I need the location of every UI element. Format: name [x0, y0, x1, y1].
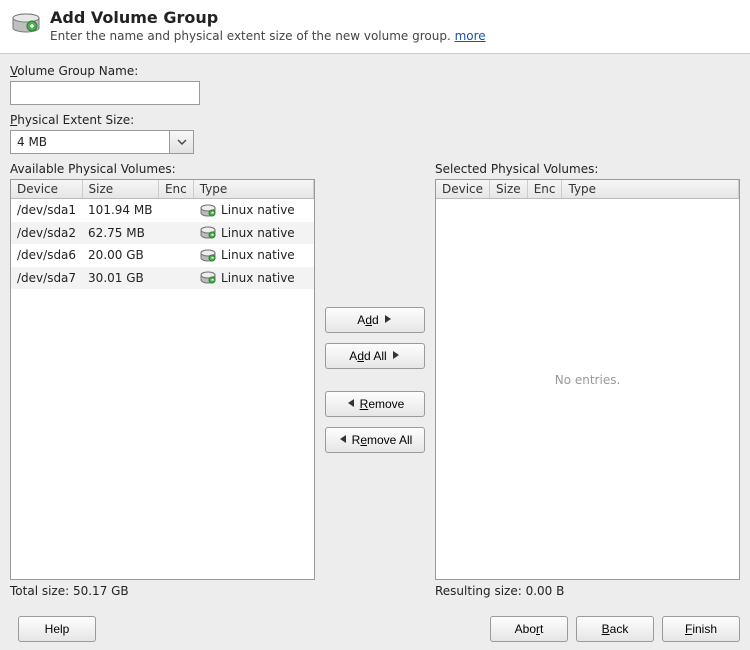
cell-type: Linux native [193, 244, 313, 267]
total-size-label: Total size: 50.17 GB [10, 584, 315, 598]
arrow-right-icon [391, 349, 401, 363]
cell-device: /dev/sda7 [11, 267, 82, 290]
table-row[interactable]: /dev/sda730.01 GB Linux native [11, 267, 314, 290]
no-entries-label: No entries. [436, 373, 739, 387]
help-button[interactable]: Help [18, 616, 96, 642]
resulting-size-label: Resulting size: 0.00 B [435, 584, 740, 598]
cell-type: Linux native [193, 199, 313, 222]
cell-device: /dev/sda6 [11, 244, 82, 267]
col-size[interactable]: Size [490, 180, 528, 199]
volume-group-icon [10, 8, 42, 40]
cell-enc [158, 199, 193, 222]
cell-device: /dev/sda1 [11, 199, 82, 222]
arrow-left-icon [338, 433, 348, 447]
col-size[interactable]: Size [82, 180, 158, 199]
col-type[interactable]: Type [193, 180, 313, 199]
volume-group-name-label: Volume Group Name: [10, 64, 740, 78]
cell-type: Linux native [193, 267, 313, 290]
cell-size: 30.01 GB [82, 267, 158, 290]
finish-button[interactable]: Finish [662, 616, 740, 642]
disk-icon [199, 249, 217, 263]
available-volumes-label: Available Physical Volumes: [10, 162, 315, 176]
table-row[interactable]: /dev/sda1101.94 MB Linux native [11, 199, 314, 222]
add-all-button[interactable]: Add All [325, 343, 425, 369]
col-type[interactable]: Type [562, 180, 739, 199]
arrow-left-icon [346, 397, 356, 411]
arrow-right-icon [383, 313, 393, 327]
add-button[interactable]: Add [325, 307, 425, 333]
cell-size: 62.75 MB [82, 222, 158, 245]
col-device[interactable]: Device [436, 180, 490, 199]
disk-icon [199, 271, 217, 285]
col-device[interactable]: Device [11, 180, 82, 199]
dialog-subtitle: Enter the name and physical extent size … [50, 29, 486, 43]
abort-button[interactable]: Abort [490, 616, 568, 642]
col-enc[interactable]: Enc [158, 180, 193, 199]
dialog-header: Add Volume Group Enter the name and phys… [0, 0, 750, 54]
selected-volumes-label: Selected Physical Volumes: [435, 162, 740, 176]
cell-size: 101.94 MB [82, 199, 158, 222]
disk-icon [199, 226, 217, 240]
disk-icon [199, 204, 217, 218]
more-link[interactable]: more [455, 29, 486, 43]
available-volumes-table[interactable]: Device Size Enc Type /dev/sda1101.94 MB … [10, 179, 315, 580]
col-enc[interactable]: Enc [527, 180, 562, 199]
physical-extent-size-select[interactable]: 4 MB [10, 130, 170, 154]
remove-button[interactable]: Remove [325, 391, 425, 417]
cell-type: Linux native [193, 222, 313, 245]
back-button[interactable]: Back [576, 616, 654, 642]
cell-device: /dev/sda2 [11, 222, 82, 245]
dialog-title: Add Volume Group [50, 8, 486, 27]
table-row[interactable]: /dev/sda262.75 MB Linux native [11, 222, 314, 245]
cell-enc [158, 267, 193, 290]
physical-extent-size-label: Physical Extent Size: [10, 113, 740, 127]
table-row[interactable]: /dev/sda620.00 GB Linux native [11, 244, 314, 267]
selected-volumes-table[interactable]: Device Size Enc Type No entries. [435, 179, 740, 580]
volume-group-name-input[interactable] [10, 81, 200, 105]
cell-enc [158, 244, 193, 267]
remove-all-button[interactable]: Remove All [325, 427, 425, 453]
cell-size: 20.00 GB [82, 244, 158, 267]
chevron-down-icon[interactable] [170, 130, 194, 154]
cell-enc [158, 222, 193, 245]
